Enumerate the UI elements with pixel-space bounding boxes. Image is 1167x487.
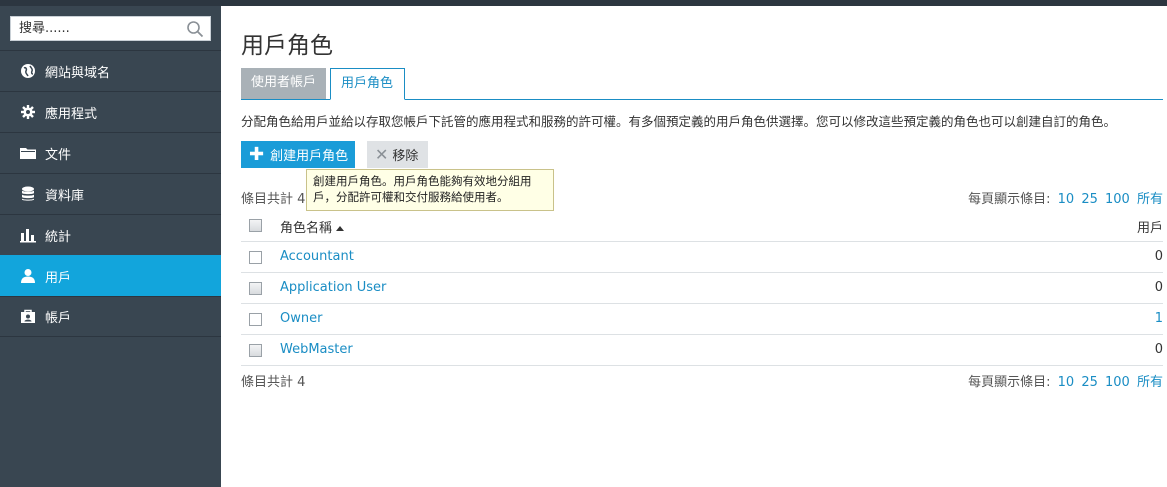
per-page-all[interactable]: 所有	[1137, 192, 1163, 207]
sidebar-item-label: 網站與域名	[45, 65, 111, 81]
create-user-role-button[interactable]: ✚ 創建用戶角色	[241, 141, 355, 168]
table-row: WebMaster 0	[241, 335, 1163, 366]
sidebar: 網站與域名 應用程式 文件 資料庫 統計	[0, 6, 221, 487]
role-user-count: 0	[1154, 249, 1163, 264]
per-page-label: 每頁顯示條目:	[968, 375, 1051, 390]
sidebar-item-files[interactable]: 文件	[0, 132, 221, 173]
roles-table: 角色名稱 用戶 Accountant 0 Application User 0 …	[241, 210, 1163, 366]
table-row: Owner 1	[241, 304, 1163, 335]
per-page-selector-bottom: 每頁顯示條目: 10 25 100 所有	[968, 371, 1163, 390]
per-page-all[interactable]: 所有	[1137, 375, 1163, 390]
sidebar-item-label: 資料庫	[45, 188, 85, 204]
bar-chart-icon	[19, 226, 37, 244]
per-page-25[interactable]: 25	[1081, 375, 1098, 390]
per-page-100[interactable]: 100	[1105, 375, 1130, 390]
briefcase-icon	[19, 308, 37, 326]
tab-user-accounts[interactable]: 使用者帳戶	[241, 68, 326, 99]
sidebar-item-account[interactable]: 帳戶	[0, 296, 221, 337]
row-checkbox[interactable]	[249, 344, 262, 357]
plus-icon: ✚	[249, 143, 265, 165]
search-box	[10, 16, 211, 41]
search-icon[interactable]	[186, 20, 204, 38]
per-page-10[interactable]: 10	[1058, 192, 1075, 207]
select-all-checkbox[interactable]	[249, 219, 262, 232]
create-button-label: 創建用戶角色	[270, 149, 349, 164]
per-page-100[interactable]: 100	[1105, 192, 1130, 207]
sidebar-item-users[interactable]: 用戶	[0, 255, 221, 296]
remove-icon: ✕	[375, 145, 389, 164]
role-name-link[interactable]: Application User	[280, 280, 386, 295]
create-button-tooltip: 創建用戶角色。用戶角色能夠有效地分組用戶，分配許可權和交付服務給使用者。	[306, 169, 554, 211]
item-count-bottom: 條目共計 4	[241, 375, 306, 390]
tab-bar: 使用者帳戶 用戶角色	[241, 68, 1163, 100]
table-header: 角色名稱 用戶	[241, 210, 1163, 242]
sidebar-item-applications[interactable]: 應用程式	[0, 91, 221, 132]
page-description: 分配角色給用戶並給以存取您帳戶下託管的應用程式和服務的許可權。有多個預定義的用戶…	[241, 114, 1117, 129]
role-name-link[interactable]: Owner	[280, 311, 322, 326]
per-page-25[interactable]: 25	[1081, 192, 1098, 207]
folder-icon	[19, 144, 37, 162]
item-count-top: 條目共計 4	[241, 192, 306, 207]
table-row: Accountant 0	[241, 242, 1163, 273]
sidebar-item-databases[interactable]: 資料庫	[0, 173, 221, 214]
tab-user-roles[interactable]: 用戶角色	[330, 68, 405, 100]
sidebar-item-websites-domains[interactable]: 網站與域名	[0, 50, 221, 91]
sidebar-item-label: 帳戶	[45, 311, 72, 326]
role-user-count: 0	[1154, 280, 1163, 295]
search-input[interactable]	[11, 17, 181, 40]
sidebar-item-statistics[interactable]: 統計	[0, 214, 221, 255]
sidebar-item-label: 用戶	[45, 270, 72, 286]
page-title: 用戶角色	[241, 33, 333, 59]
column-users: 用戶	[1136, 221, 1163, 236]
role-name-link[interactable]: WebMaster	[280, 342, 353, 357]
role-user-count-link[interactable]: 1	[1155, 311, 1163, 326]
main-content: 用戶角色 使用者帳戶 用戶角色 分配角色給用戶並給以存取您帳戶下託管的應用程式和…	[221, 6, 1167, 487]
per-page-10[interactable]: 10	[1058, 375, 1075, 390]
sidebar-item-label: 統計	[45, 229, 72, 245]
table-row: Application User 0	[241, 273, 1163, 304]
sidebar-item-label: 應用程式	[45, 106, 98, 122]
remove-button-label: 移除	[392, 149, 419, 164]
gear-icon	[19, 103, 37, 121]
globe-icon	[19, 62, 37, 80]
row-checkbox[interactable]	[249, 282, 262, 295]
remove-button[interactable]: ✕ 移除	[367, 141, 428, 168]
row-checkbox[interactable]	[249, 251, 262, 264]
role-name-link[interactable]: Accountant	[280, 249, 354, 264]
per-page-label: 每頁顯示條目:	[968, 192, 1051, 207]
row-checkbox[interactable]	[249, 313, 262, 326]
user-icon	[19, 267, 37, 285]
role-user-count: 0	[1154, 342, 1163, 357]
sort-ascending-icon	[336, 226, 345, 231]
per-page-selector-top: 每頁顯示條目: 10 25 100 所有	[968, 188, 1163, 207]
sidebar-item-label: 文件	[45, 147, 72, 163]
database-icon	[19, 185, 37, 203]
column-role-name[interactable]: 角色名稱	[280, 217, 345, 236]
sidebar-nav: 網站與域名 應用程式 文件 資料庫 統計 用戶 帳戶	[0, 50, 221, 337]
column-role-name-label: 角色名稱	[280, 221, 333, 236]
